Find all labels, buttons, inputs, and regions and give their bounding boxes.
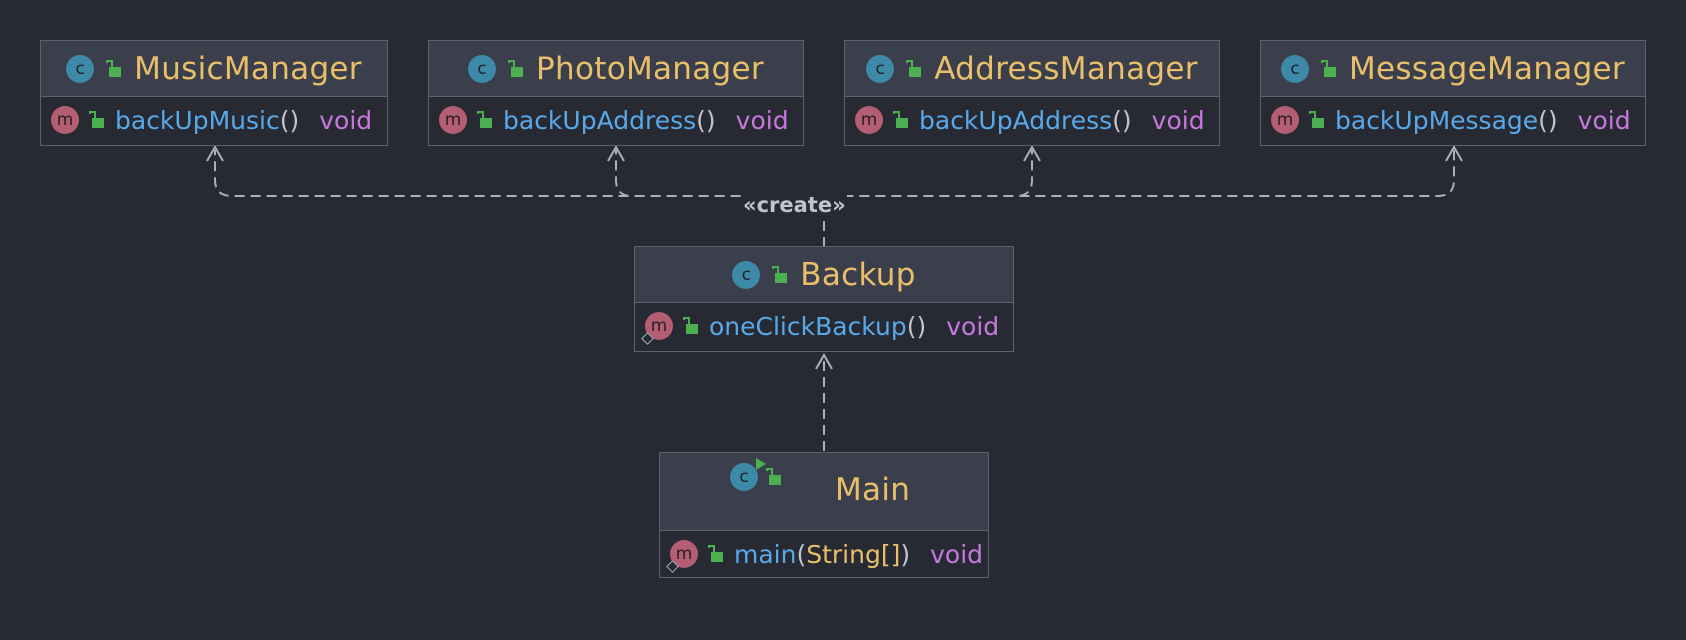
- public-lock-icon: [906, 59, 922, 77]
- method-name: backUpAddress: [503, 105, 697, 135]
- class-header: c PhotoManager: [429, 41, 803, 97]
- method-kind-icon: m: [51, 106, 79, 134]
- public-lock-icon: [893, 111, 908, 128]
- class-kind-icon: c: [66, 54, 95, 83]
- method-kind-icon: m: [1271, 106, 1299, 134]
- method-parentheses: (): [279, 105, 300, 135]
- method-signature: backUpMusic(): [115, 106, 299, 135]
- edge-backup-to-address-manager: [823, 150, 1033, 247]
- method-signature: main(String[]): [734, 540, 910, 569]
- return-type: void: [319, 105, 373, 135]
- public-lock-icon: [106, 59, 122, 77]
- public-lock-icon: [683, 317, 698, 334]
- method-name: backUpMusic: [115, 105, 280, 135]
- method-row[interactable]: m oneClickBackup() void: [635, 303, 1013, 349]
- class-header: c MusicManager: [41, 41, 387, 97]
- method-signature: backUpAddress(): [919, 106, 1132, 135]
- method-kind-icon: m: [439, 106, 467, 134]
- class-message-manager[interactable]: c MessageManager m backUpMessage() void: [1260, 40, 1646, 146]
- class-kind-icon: c: [468, 54, 497, 83]
- open-paren: (: [796, 539, 807, 569]
- return-type: void: [946, 311, 1000, 341]
- class-kind-icon: c: [730, 458, 766, 491]
- method-signature: oneClickBackup(): [709, 312, 926, 341]
- parameter-type: String[]: [806, 539, 901, 569]
- class-header: c MessageManager: [1261, 41, 1645, 97]
- public-lock-icon: [772, 265, 788, 283]
- class-backup[interactable]: c Backup m oneClickBackup() void: [634, 246, 1014, 352]
- method-name: main: [734, 539, 797, 569]
- method-parentheses: (): [1112, 105, 1132, 135]
- public-lock-icon: [1309, 111, 1324, 128]
- class-music-manager[interactable]: c MusicManager m backUpMusic() void: [40, 40, 388, 146]
- public-lock-icon: [766, 468, 781, 485]
- class-name: Backup: [800, 256, 916, 293]
- class-name: AddressManager: [934, 50, 1198, 87]
- class-name: MessageManager: [1349, 50, 1625, 87]
- class-address-manager[interactable]: c AddressManager m backUpAddress() void: [844, 40, 1220, 146]
- method-row[interactable]: m backUpMusic() void: [41, 97, 387, 143]
- method-kind-icon: m: [855, 106, 883, 134]
- method-name: backUpMessage: [1335, 105, 1539, 135]
- method-name: oneClickBackup: [709, 311, 907, 341]
- class-kind-icon: c: [866, 54, 895, 83]
- public-lock-icon: [708, 545, 723, 562]
- method-name: backUpAddress: [919, 105, 1113, 135]
- class-kind-icon: c: [732, 260, 761, 289]
- return-type: void: [930, 539, 984, 569]
- public-lock-icon: [508, 59, 524, 77]
- edge-backup-to-music-manager: [214, 150, 825, 247]
- method-row[interactable]: m main(String[]) void: [660, 531, 988, 577]
- method-parentheses: (): [906, 311, 927, 341]
- class-header: c AddressManager: [845, 41, 1219, 97]
- class-photo-manager[interactable]: c PhotoManager m backUpAddress() void: [428, 40, 804, 146]
- close-paren: ): [900, 539, 911, 569]
- public-lock-icon: [89, 111, 104, 128]
- return-type: void: [1151, 105, 1205, 135]
- edge-backup-to-message-manager: [823, 150, 1455, 247]
- return-type: void: [735, 105, 789, 135]
- method-kind-icon: m: [666, 540, 698, 573]
- method-signature: backUpAddress(): [503, 106, 716, 135]
- uml-class-diagram: «create» c MusicManager m backUpMusic() …: [0, 0, 1686, 640]
- method-signature: backUpMessage(): [1335, 106, 1558, 135]
- class-kind-icon: c: [1281, 54, 1310, 83]
- class-header: c Main: [660, 453, 988, 531]
- method-parentheses: (): [696, 105, 716, 135]
- public-lock-icon: [477, 111, 492, 128]
- method-row[interactable]: m backUpMessage() void: [1261, 97, 1645, 143]
- class-name: MusicManager: [134, 50, 362, 87]
- public-lock-icon: [1321, 59, 1337, 77]
- class-main[interactable]: c Main m main(String[]) void: [659, 452, 989, 578]
- class-header: c Backup: [635, 247, 1013, 303]
- method-parentheses: (): [1538, 105, 1558, 135]
- method-row[interactable]: m backUpAddress() void: [429, 97, 803, 143]
- return-type: void: [1577, 105, 1631, 135]
- class-name: PhotoManager: [536, 50, 764, 87]
- create-stereotype-label: «create»: [742, 193, 847, 217]
- method-row[interactable]: m backUpAddress() void: [845, 97, 1219, 143]
- class-name: Main: [835, 472, 911, 508]
- method-kind-icon: m: [641, 312, 673, 345]
